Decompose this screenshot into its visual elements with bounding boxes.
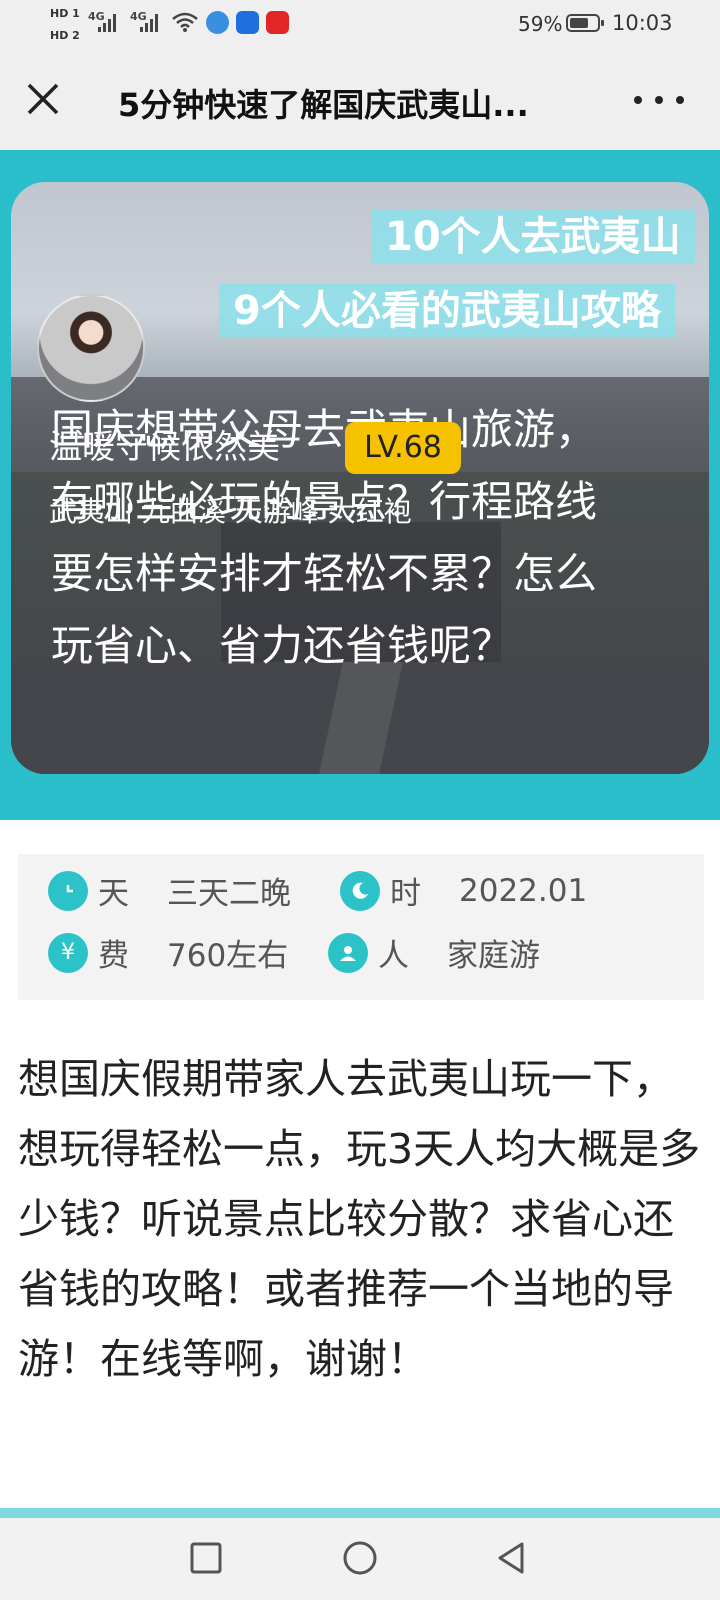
level-badge: LV.68 [345,422,461,474]
hero-banner-line1: 10个人去武夷山 [371,210,695,264]
recent-apps-icon[interactable] [188,1540,224,1576]
author-tags: 武夷山 九曲溪 天游峰 大红袍 [49,495,412,528]
person-icon [328,932,368,973]
info-people-value: 家庭游 [447,938,540,974]
title-bar: 5分钟快速了解国庆武夷山... [0,50,720,150]
battery-icon [566,14,604,32]
info-people: 人 家庭游 [328,930,540,975]
more-dots-icon[interactable] [634,82,684,118]
home-icon[interactable] [342,1540,378,1576]
wifi-icon [172,12,198,32]
close-icon[interactable] [22,78,64,120]
info-days-label: 天 [98,876,129,912]
video-app-icon [266,11,289,34]
battery-percent: 59% [518,12,563,36]
avatar[interactable] [37,294,145,402]
info-days-value: 三天二晚 [167,876,291,912]
bottom-strip [0,1508,720,1518]
browser-app-icon [206,11,229,34]
signal1-icon [98,12,120,32]
page-title: 5分钟快速了解国庆武夷山... [118,86,529,124]
info-cost-value: 760左右 [167,938,289,974]
info-cost: ¥ 费 760左右 [48,930,288,975]
trip-info-box: 天 三天二晚 时 2022.01 ¥ 费 760左右 人 家庭游 [18,854,704,1000]
info-days: 天 三天二晚 [48,868,291,913]
system-nav-bar [0,1518,720,1600]
author-name[interactable]: 温暖守候依然美 [49,420,280,468]
back-icon[interactable] [494,1540,530,1576]
question-text: 想国庆假期带家人去武夷山玩一下，想玩得轻松一点，玩3天人均大概是多少钱？听说景点… [18,1055,701,1383]
clock: 10:03 [612,11,673,35]
lightbulb-app-icon [236,11,259,34]
info-time: 时 2022.01 [340,868,587,913]
status-bar: HD 1 HD 2 4G 4G 59% 10:03 [0,0,720,50]
moon-icon [340,870,380,911]
hd1-indicator: HD 1 [50,7,80,20]
clock-icon [48,870,88,911]
info-time-value: 2022.01 [459,872,588,909]
hero-card[interactable]: 10个人去武夷山 9个人必看的武夷山攻略 国庆想带父母去武夷山旅游，有哪些必玩的… [11,182,709,774]
hd2-indicator: HD 2 [50,29,80,42]
info-people-label: 人 [378,938,409,974]
yen-icon: ¥ [48,932,88,973]
info-cost-label: 费 [98,938,129,974]
info-time-label: 时 [390,876,421,912]
hero-banner-line2: 9个人必看的武夷山攻略 [219,284,675,338]
signal2-icon [140,12,162,32]
